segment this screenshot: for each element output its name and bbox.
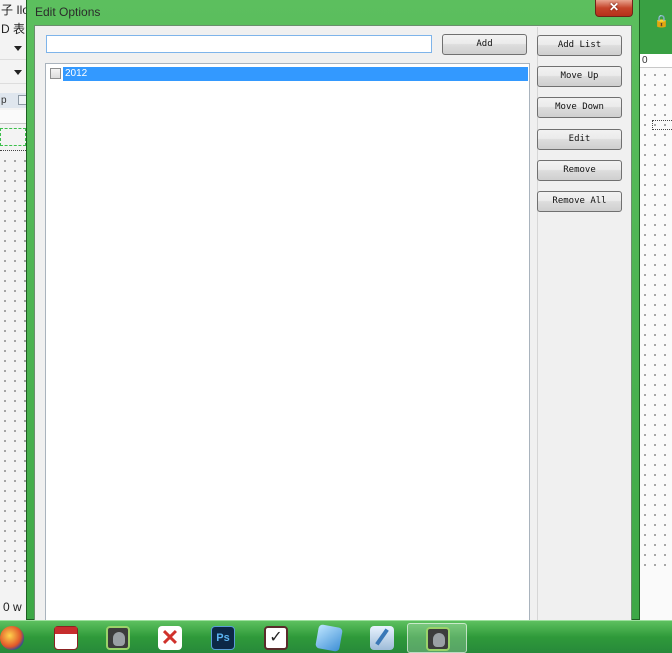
pen-icon [370, 626, 394, 650]
xmind-icon: ✕ [158, 626, 182, 650]
chevron-down-icon [14, 46, 22, 51]
list-item-label: 2012 [63, 67, 528, 81]
taskbar-checklist[interactable]: ✓ [246, 623, 306, 653]
remove-button[interactable]: Remove [537, 160, 622, 181]
checklist-glyph: ✓ [269, 629, 283, 646]
edit-button[interactable]: Edit [537, 129, 622, 150]
calendar-icon [54, 626, 78, 650]
lock-icon: 🔒 [654, 14, 669, 28]
move-up-button[interactable]: Move Up [537, 66, 622, 87]
options-listbox[interactable]: 2012 [45, 63, 530, 621]
title-bar[interactable]: Edit Options ✕ [27, 0, 639, 24]
list-item-checkbox[interactable] [50, 68, 61, 79]
bg-dotted-line [0, 150, 28, 151]
xmind-glyph: ✕ [160, 625, 180, 650]
close-icon: ✕ [608, 0, 620, 14]
background-app-right: 🔒 0 [640, 0, 672, 620]
close-button[interactable]: ✕ [595, 0, 633, 17]
bg-dropdown-2[interactable] [0, 62, 28, 84]
taskbar-pen[interactable] [352, 623, 412, 653]
photoshop-icon: Ps [211, 626, 235, 650]
add-list-button[interactable]: Add List [537, 35, 622, 56]
dialog-title: Edit Options [35, 5, 101, 19]
bg-dotted-box [652, 120, 672, 130]
taskbar-calendar[interactable] [36, 623, 96, 653]
taskbar-xmind[interactable]: ✕ [140, 623, 200, 653]
chevron-down-icon [14, 70, 22, 75]
option-text-input[interactable] [46, 35, 432, 53]
taskbar: ✕ Ps ✓ [0, 620, 672, 653]
bg-selection-box [0, 128, 26, 146]
cube-icon [315, 624, 343, 652]
add-button[interactable]: Add [442, 34, 527, 55]
checklist-icon: ✓ [264, 626, 288, 650]
taskbar-photoshop[interactable]: Ps [193, 623, 253, 653]
bg-ruler-right: 0 [640, 54, 672, 68]
firefox-icon [0, 626, 24, 650]
move-down-button[interactable]: Move Down [537, 97, 622, 118]
evernote-icon [106, 626, 130, 650]
remove-all-button[interactable]: Remove All [537, 191, 622, 212]
taskbar-evernote[interactable] [88, 623, 148, 653]
taskbar-cube[interactable] [299, 623, 359, 653]
photoshop-label: Ps [216, 632, 230, 644]
list-item[interactable]: 2012 [48, 67, 528, 81]
dialog-client-area: Add 2012 Add List Move Up Move Down Edit… [34, 25, 632, 621]
bg-grid-canvas-right [640, 70, 672, 570]
evernote-icon [426, 627, 450, 651]
bg-dropdown-1[interactable] [0, 38, 28, 60]
taskbar-evernote-active[interactable] [407, 623, 467, 653]
bg-tab-label: p [1, 95, 7, 106]
edit-options-dialog: Edit Options ✕ Add 2012 Add List Move Up… [26, 0, 640, 621]
